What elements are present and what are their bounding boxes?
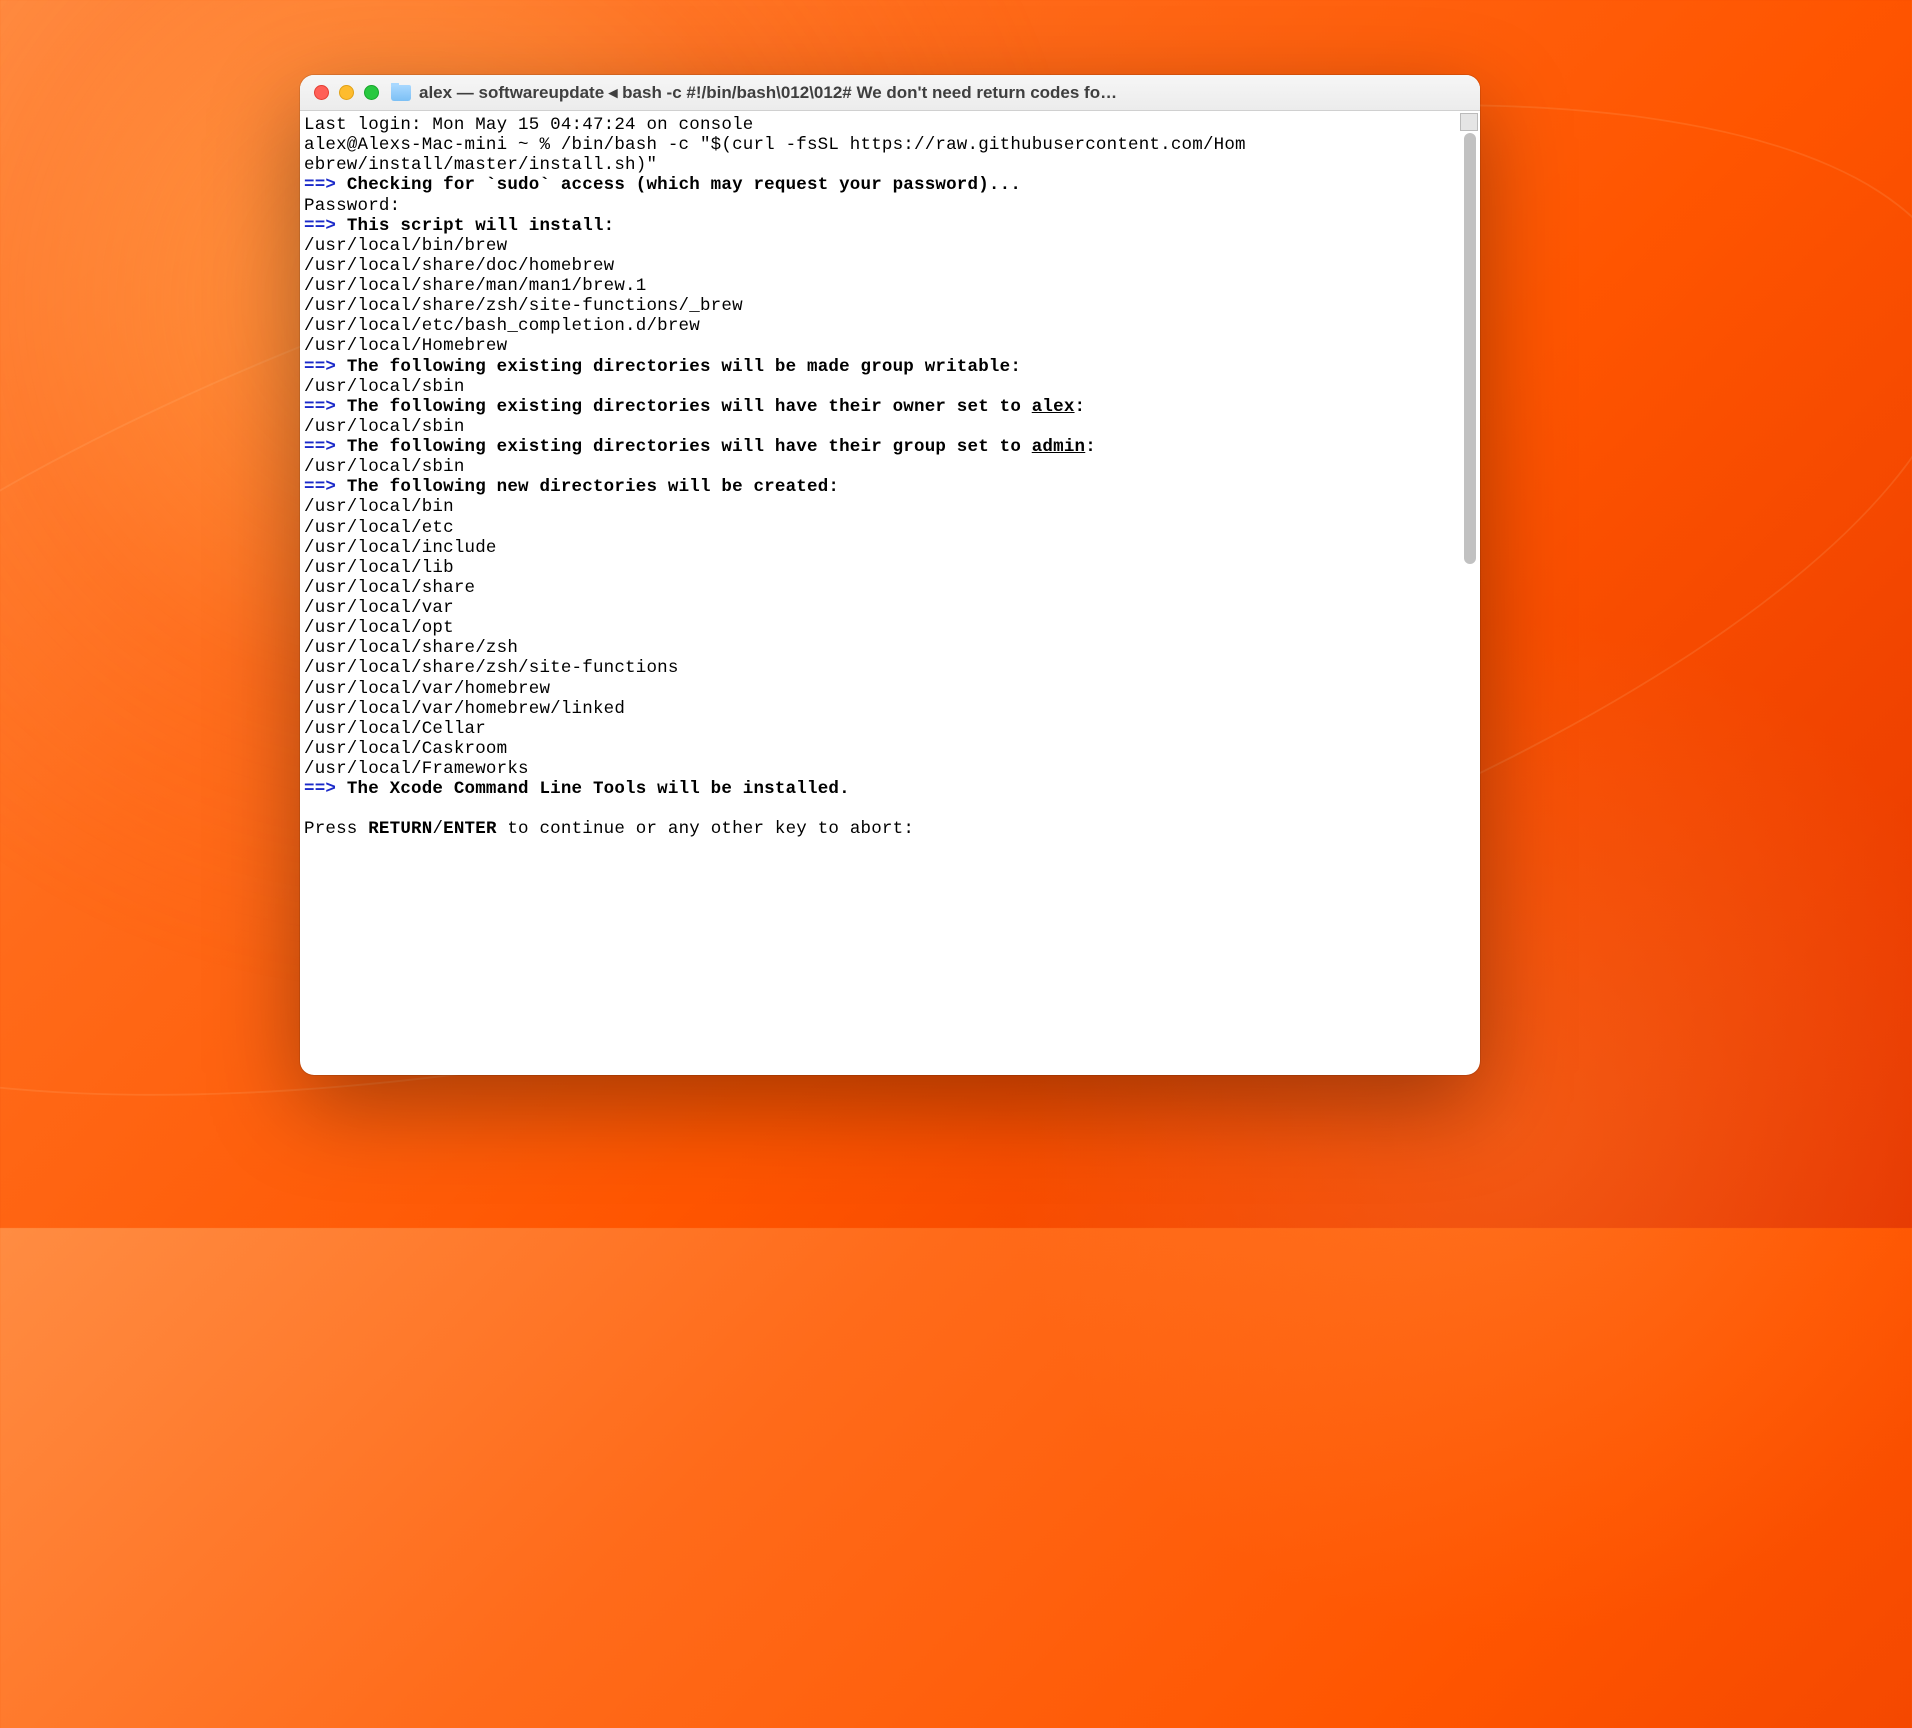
arrow-icon: ==>	[304, 779, 336, 799]
titlebar[interactable]: alex — softwareupdate ◂ bash -c #!/bin/b…	[300, 75, 1480, 111]
terminal-output[interactable]: Last login: Mon May 15 04:47:24 on conso…	[300, 111, 1480, 844]
path-line: /usr/local/Caskroom	[304, 739, 507, 759]
will-install-header: This script will install:	[347, 216, 615, 236]
path-line: /usr/local/sbin	[304, 377, 465, 397]
minimize-button[interactable]	[339, 85, 354, 100]
path-line: /usr/local/etc/bash_completion.d/brew	[304, 316, 700, 336]
terminal-body[interactable]: Last login: Mon May 15 04:47:24 on conso…	[300, 111, 1480, 1075]
path-line: /usr/local/include	[304, 538, 497, 558]
path-line: /usr/local/var/homebrew	[304, 679, 550, 699]
traffic-lights	[314, 85, 379, 100]
press-return-prompt: Press RETURN/ENTER to continue or any ot…	[304, 819, 914, 839]
arrow-icon: ==>	[304, 216, 336, 236]
path-line: /usr/local/etc	[304, 518, 454, 538]
xcode-header: The Xcode Command Line Tools will be ins…	[347, 779, 850, 799]
scrollbar-thumb[interactable]	[1464, 133, 1476, 564]
terminal-window: alex — softwareupdate ◂ bash -c #!/bin/b…	[300, 75, 1480, 1075]
arrow-icon: ==>	[304, 175, 336, 195]
path-line: /usr/local/sbin	[304, 417, 465, 437]
group-set-header: The following existing directories will …	[347, 437, 1096, 457]
owner-set-header: The following existing directories will …	[347, 397, 1085, 417]
arrow-icon: ==>	[304, 437, 336, 457]
path-line: /usr/local/Homebrew	[304, 336, 507, 356]
path-line: /usr/local/share	[304, 578, 475, 598]
arrow-icon: ==>	[304, 397, 336, 417]
path-line: /usr/local/var/homebrew/linked	[304, 699, 625, 719]
scrollbar[interactable]	[1464, 133, 1476, 1071]
owner-username: alex	[1032, 397, 1075, 417]
prompt-line-cont: ebrew/install/master/install.sh)"	[304, 155, 657, 175]
path-line: /usr/local/Frameworks	[304, 759, 529, 779]
checking-sudo: Checking for `sudo` access (which may re…	[347, 175, 1021, 195]
path-line: /usr/local/share/zsh/site-functions	[304, 658, 679, 678]
path-line: /usr/local/opt	[304, 618, 454, 638]
prompt-line: alex@Alexs-Mac-mini ~ % /bin/bash -c "$(…	[304, 135, 1246, 155]
path-line: /usr/local/share/doc/homebrew	[304, 256, 614, 276]
path-line: /usr/local/bin/brew	[304, 236, 507, 256]
path-line: /usr/local/sbin	[304, 457, 465, 477]
path-line: /usr/local/share/man/man1/brew.1	[304, 276, 646, 296]
arrow-icon: ==>	[304, 357, 336, 377]
path-line: /usr/local/bin	[304, 497, 454, 517]
group-writable-header: The following existing directories will …	[347, 357, 1021, 377]
window-title: alex — softwareupdate ◂ bash -c #!/bin/b…	[419, 83, 1117, 103]
new-dirs-header: The following new directories will be cr…	[347, 477, 839, 497]
maximize-button[interactable]	[364, 85, 379, 100]
close-button[interactable]	[314, 85, 329, 100]
path-line: /usr/local/Cellar	[304, 719, 486, 739]
folder-icon	[391, 85, 411, 101]
path-line: /usr/local/share/zsh	[304, 638, 518, 658]
path-line: /usr/local/lib	[304, 558, 454, 578]
path-line: /usr/local/var	[304, 598, 454, 618]
arrow-icon: ==>	[304, 477, 336, 497]
last-login-line: Last login: Mon May 15 04:47:24 on conso…	[304, 115, 753, 135]
scroll-indicator-icon	[1460, 113, 1478, 131]
path-line: /usr/local/share/zsh/site-functions/_bre…	[304, 296, 743, 316]
password-prompt: Password:	[304, 196, 400, 216]
title-area: alex — softwareupdate ◂ bash -c #!/bin/b…	[391, 83, 1466, 103]
group-name: admin	[1032, 437, 1086, 457]
